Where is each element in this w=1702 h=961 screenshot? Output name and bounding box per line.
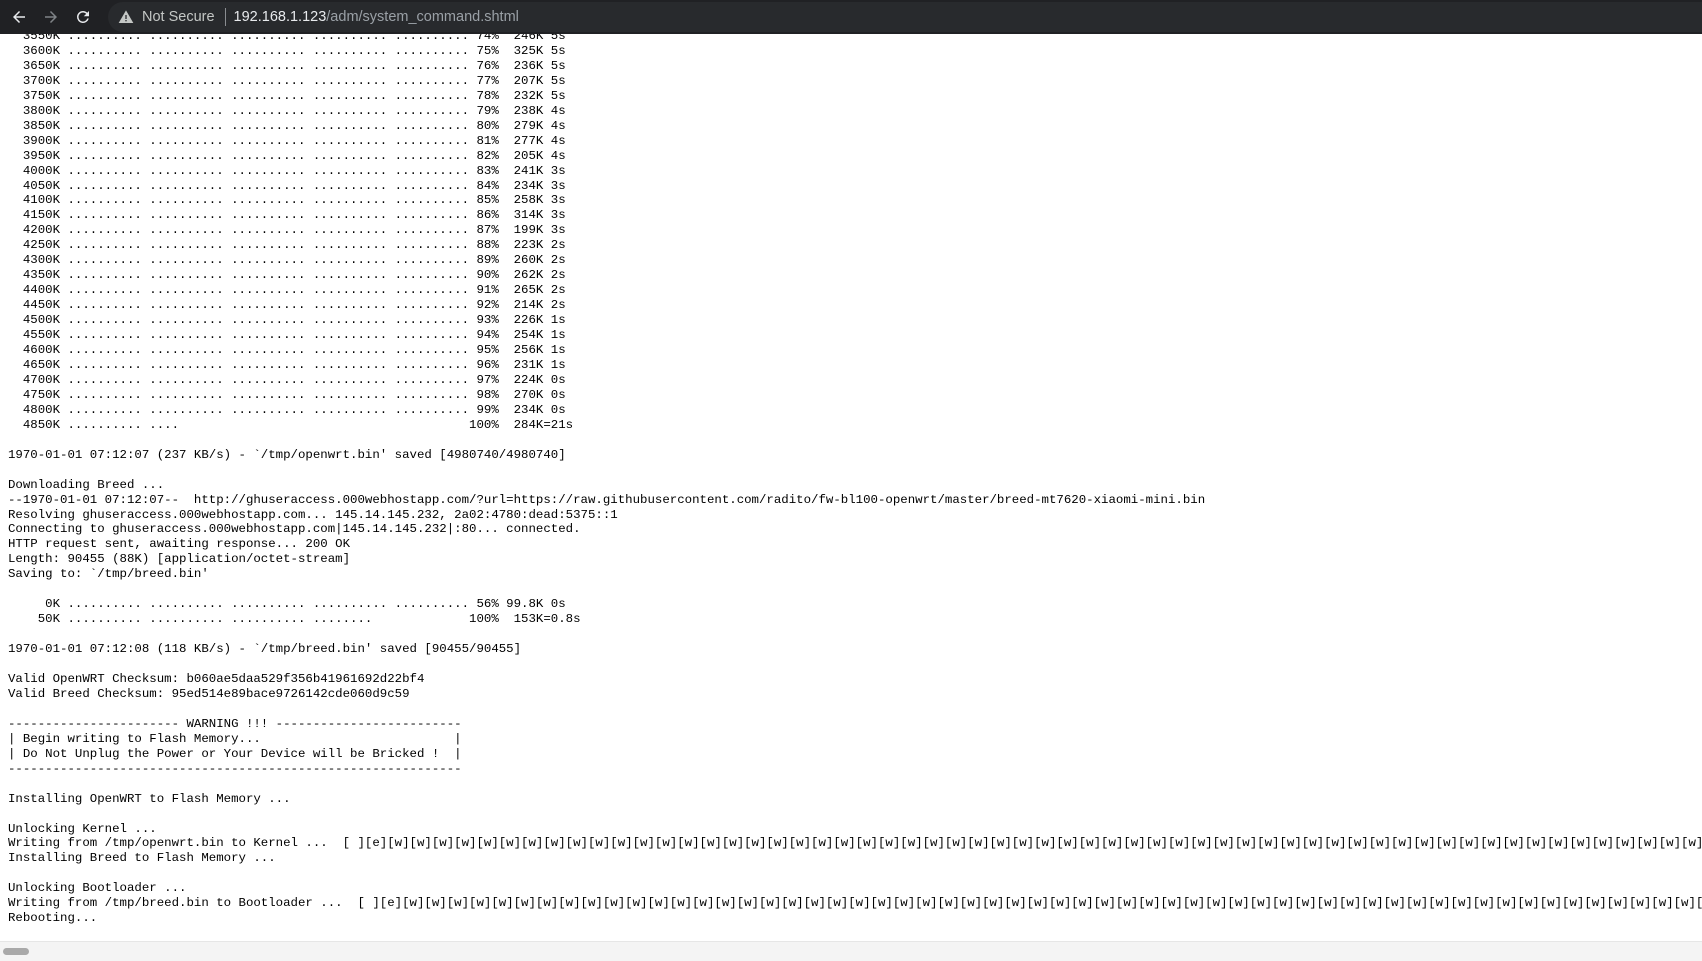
page-content: 3550K .......... .......... .......... .…	[0, 34, 1702, 941]
console-line: Writing from /tmp/breed.bin to Bootloade…	[8, 896, 1702, 911]
console-line: 1970-01-01 07:12:08 (118 KB/s) - `/tmp/b…	[8, 642, 522, 657]
horizontal-scrollbar[interactable]	[0, 941, 1702, 961]
console-line: 4100K .......... .......... .......... .…	[8, 193, 566, 208]
console-line: Unlocking Kernel ...	[8, 821, 157, 836]
console-line: 3600K .......... .......... .......... .…	[8, 43, 566, 58]
command-output: 3550K .......... .......... .......... .…	[8, 34, 1702, 926]
console-line: | Do Not Unplug the Power or Your Device…	[8, 746, 462, 761]
console-line: Installing Breed to Flash Memory ...	[8, 851, 276, 866]
console-line: Unlocking Bootloader ...	[8, 881, 187, 896]
scrollbar-thumb[interactable]	[3, 948, 29, 955]
back-arrow-icon[interactable]	[6, 4, 32, 30]
url-path: /adm/system_command.shtml	[326, 9, 519, 25]
console-line: Saving to: `/tmp/breed.bin'	[8, 567, 209, 582]
address-bar[interactable]: Not Secure 192.168.1.123/adm/system_comm…	[108, 2, 1702, 32]
reload-icon[interactable]	[70, 4, 96, 30]
console-line: ----------------------- WARNING !!! ----…	[8, 716, 462, 731]
console-line: 4650K .......... .......... .......... .…	[8, 357, 566, 372]
console-line: 4450K .......... .......... .......... .…	[8, 298, 566, 313]
forward-arrow-icon[interactable]	[38, 4, 64, 30]
console-line: 4550K .......... .......... .......... .…	[8, 328, 566, 343]
console-line: 4800K .......... .......... .......... .…	[8, 402, 566, 417]
console-line: 3850K .......... .......... .......... .…	[8, 118, 566, 133]
console-line: Valid Breed Checksum: 95ed514e89bace9726…	[8, 686, 410, 701]
console-line: 0K .......... .......... .......... ....…	[8, 597, 566, 612]
console-line: Connecting to ghuseraccess.000webhostapp…	[8, 522, 581, 537]
console-line: Installing OpenWRT to Flash Memory ...	[8, 791, 291, 806]
console-line: 4000K .......... .......... .......... .…	[8, 163, 566, 178]
console-line: ----------------------------------------…	[8, 761, 462, 776]
url-host: 192.168.1.123	[233, 9, 327, 25]
console-line: 4350K .......... .......... .......... .…	[8, 268, 566, 283]
console-line: 4300K .......... .......... .......... .…	[8, 253, 566, 268]
console-line: 3800K .......... .......... .......... .…	[8, 103, 566, 118]
browser-toolbar: Not Secure 192.168.1.123/adm/system_comm…	[0, 0, 1702, 35]
console-line: 4150K .......... .......... .......... .…	[8, 208, 566, 223]
console-line: 4400K .......... .......... .......... .…	[8, 283, 566, 298]
console-line: Rebooting...	[8, 911, 98, 926]
console-line: 4850K .......... .... 100% 284K=21s	[8, 417, 574, 432]
console-line: 1970-01-01 07:12:07 (237 KB/s) - `/tmp/o…	[8, 447, 566, 462]
console-line: 4750K .......... .......... .......... .…	[8, 387, 566, 402]
console-line: 4200K .......... .......... .......... .…	[8, 223, 566, 238]
console-line: Resolving ghuseraccess.000webhostapp.com…	[8, 507, 618, 522]
console-line: 3950K .......... .......... .......... .…	[8, 148, 566, 163]
console-line: 4700K .......... .......... .......... .…	[8, 372, 566, 387]
console-line: Downloading Breed ...	[8, 477, 165, 492]
console-line: 3550K .......... .......... .......... .…	[8, 34, 566, 43]
console-line: Valid OpenWRT Checksum: b060ae5daa529f35…	[8, 671, 425, 686]
console-line: 50K .......... .......... .......... ...…	[8, 612, 581, 627]
console-line: 4250K .......... .......... .......... .…	[8, 238, 566, 253]
console-line: | Begin writing to Flash Memory... |	[8, 731, 462, 746]
console-line: 3650K .......... .......... .......... .…	[8, 58, 566, 73]
console-line: Length: 90455 (88K) [application/octet-s…	[8, 552, 351, 567]
address-separator	[224, 8, 226, 26]
security-status-label[interactable]: Not Secure	[142, 9, 215, 25]
console-line: 4050K .......... .......... .......... .…	[8, 178, 566, 193]
console-line: --1970-01-01 07:12:07-- http://ghuseracc…	[8, 492, 1206, 507]
console-line: HTTP request sent, awaiting response... …	[8, 537, 351, 552]
console-line: 3900K .......... .......... .......... .…	[8, 133, 566, 148]
warning-triangle-icon	[118, 10, 134, 23]
console-line: 3750K .......... .......... .......... .…	[8, 88, 566, 103]
console-line: 3700K .......... .......... .......... .…	[8, 73, 566, 88]
console-line: Writing from /tmp/openwrt.bin to Kernel …	[8, 836, 1702, 851]
console-line: 4600K .......... .......... .......... .…	[8, 343, 566, 358]
console-line: 4500K .......... .......... .......... .…	[8, 313, 566, 328]
